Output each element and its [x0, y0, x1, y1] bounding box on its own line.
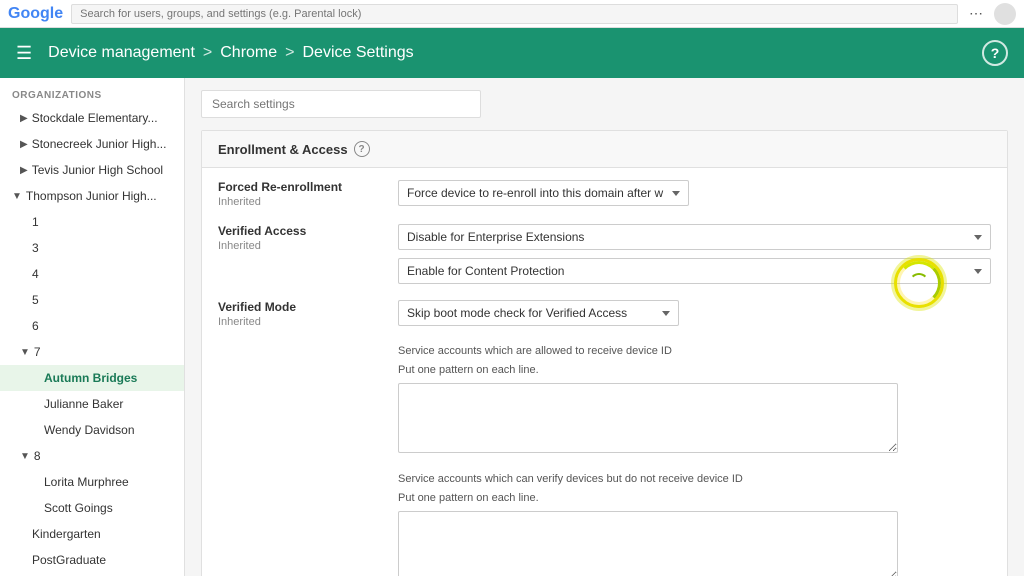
verified-mode-row: Verified Mode Inherited Skip boot mode c… — [218, 300, 991, 328]
sidebar-item-julianne[interactable]: Julianne Baker — [0, 391, 184, 417]
breadcrumb-sep1: > — [203, 44, 212, 62]
spinner-circle — [897, 261, 941, 305]
service-accounts-allowed-row: Service accounts which are allowed to re… — [218, 344, 991, 456]
enrollment-section: Enrollment & Access ? Forced Re-enrollme… — [201, 130, 1008, 576]
sidebar-label-g7: 7 — [34, 345, 41, 359]
sidebar-label-postgraduate: PostGraduate — [32, 553, 106, 567]
settings-body: Forced Re-enrollment Inherited Force dev… — [202, 168, 1007, 576]
sidebar-label-scott: Scott Goings — [44, 501, 113, 515]
sidebar-arrow-thompson: ▼ — [12, 191, 22, 202]
sidebar-label-wendy: Wendy Davidson — [44, 423, 135, 437]
more-options-icon[interactable]: ⋯ — [966, 4, 986, 24]
service-accounts-allowed-textarea[interactable] — [398, 383, 898, 453]
sidebar-item-stockdale[interactable]: ▶ Stockdale Elementary... — [0, 105, 184, 131]
sidebar-label-g4: 4 — [32, 267, 39, 281]
sidebar-label-g1: 1 — [32, 215, 39, 229]
sidebar-label-g3: 3 — [32, 241, 39, 255]
sidebar-section-label: ORGANIZATIONS — [0, 82, 184, 105]
google-logo: Google — [8, 5, 63, 23]
sidebar-arrow-g7: ▼ — [20, 347, 30, 358]
sidebar-item-g5[interactable]: 5 — [0, 287, 184, 313]
sidebar-item-scott[interactable]: Scott Goings — [0, 495, 184, 521]
service-accounts-allowed-desc1: Service accounts which are allowed to re… — [398, 344, 991, 359]
sidebar-item-g8[interactable]: ▼ 8 — [0, 443, 184, 469]
sidebar-item-g3[interactable]: 3 — [0, 235, 184, 261]
loading-spinner — [894, 258, 944, 308]
sidebar-label-kindergarten: Kindergarten — [32, 527, 101, 541]
browser-search-input[interactable] — [71, 4, 958, 24]
sidebar-label-thompson: Thompson Junior High... — [26, 189, 157, 203]
browser-top-bar: Google ⋯ — [0, 0, 1024, 28]
sidebar-item-thompson[interactable]: ▼ Thompson Junior High... — [0, 183, 184, 209]
hamburger-menu-icon[interactable]: ☰ — [16, 43, 32, 64]
search-settings-bar — [201, 90, 1008, 118]
section-title: Enrollment & Access — [218, 142, 348, 157]
forced-reenrollment-row: Forced Re-enrollment Inherited Force dev… — [218, 180, 991, 208]
sidebar-label-stonecreek: Stonecreek Junior High... — [32, 137, 167, 151]
sidebar-arrow-stonecreek: ▶ — [20, 139, 28, 150]
sidebar-item-g1[interactable]: 1 — [0, 209, 184, 235]
forced-reenrollment-label: Forced Re-enrollment — [218, 180, 382, 194]
app-header: ☰ Device management > Chrome > Device Se… — [0, 28, 1024, 78]
breadcrumb-part2[interactable]: Chrome — [220, 44, 277, 62]
sidebar-label-julianne: Julianne Baker — [44, 397, 123, 411]
sidebar-item-g7[interactable]: ▼ 7 — [0, 339, 184, 365]
sidebar-label-g8: 8 — [34, 449, 41, 463]
service-accounts-verify-desc2: Put one pattern on each line. — [398, 491, 991, 506]
breadcrumb-part1[interactable]: Device management — [48, 44, 195, 62]
search-settings-input[interactable] — [201, 90, 481, 118]
verified-mode-select[interactable]: Skip boot mode check for Verified Access… — [398, 300, 679, 326]
verified-mode-label: Verified Mode — [218, 300, 382, 314]
sidebar-item-wendy[interactable]: Wendy Davidson — [0, 417, 184, 443]
service-accounts-allowed-desc2: Put one pattern on each line. — [398, 363, 991, 378]
spinner-wrapper — [894, 258, 944, 308]
info-icon[interactable]: ? — [354, 141, 370, 157]
verified-access-row: Verified Access Inherited Disable for En… — [218, 224, 991, 284]
forced-reenrollment-select[interactable]: Force device to re-enroll into this doma… — [398, 180, 689, 206]
sidebar-item-stonecreek[interactable]: ▶ Stonecreek Junior High... — [0, 131, 184, 157]
sidebar-item-postgraduate[interactable]: PostGraduate — [0, 547, 184, 573]
content-area: Enrollment & Access ? Forced Re-enrollme… — [185, 78, 1024, 576]
sidebar-label-g6: 6 — [32, 319, 39, 333]
user-avatar[interactable] — [994, 3, 1016, 25]
sidebar-arrow-g8: ▼ — [20, 451, 30, 462]
sidebar-label-lorita: Lorita Murphree — [44, 475, 129, 489]
sidebar-label-tevis: Tevis Junior High School — [32, 163, 163, 177]
breadcrumb-part3: Device Settings — [302, 44, 413, 62]
verified-mode-sub: Inherited — [218, 316, 382, 328]
breadcrumb: Device management > Chrome > Device Sett… — [48, 44, 414, 62]
section-header: Enrollment & Access ? — [202, 131, 1007, 168]
sidebar-arrow-stockdale: ▶ — [20, 113, 28, 124]
sidebar-arrow-tevis: ▶ — [20, 165, 28, 176]
sidebar-label-stockdale: Stockdale Elementary... — [32, 111, 158, 125]
breadcrumb-sep2: > — [285, 44, 294, 62]
verified-access-select1[interactable]: Disable for Enterprise ExtensionsEnable … — [398, 224, 991, 250]
main-layout: ORGANIZATIONS ▶ Stockdale Elementary...▶… — [0, 78, 1024, 576]
verified-access-label: Verified Access — [218, 224, 382, 238]
help-icon[interactable]: ? — [982, 40, 1008, 66]
sidebar-item-g4[interactable]: 4 — [0, 261, 184, 287]
sidebar: ORGANIZATIONS ▶ Stockdale Elementary...▶… — [0, 78, 185, 576]
sidebar-item-tevis[interactable]: ▶ Tevis Junior High School — [0, 157, 184, 183]
sidebar-label-autumn: Autumn Bridges — [44, 371, 137, 385]
spinner-inner — [909, 273, 929, 293]
service-accounts-verify-row: Service accounts which can verify device… — [218, 472, 991, 576]
service-accounts-verify-textarea[interactable] — [398, 511, 898, 576]
verified-access-sub: Inherited — [218, 240, 382, 252]
sidebar-item-g6[interactable]: 6 — [0, 313, 184, 339]
sidebar-item-kindergarten[interactable]: Kindergarten — [0, 521, 184, 547]
sidebar-label-g5: 5 — [32, 293, 39, 307]
sidebar-item-lorita[interactable]: Lorita Murphree — [0, 469, 184, 495]
forced-reenrollment-sub: Inherited — [218, 196, 382, 208]
service-accounts-verify-desc1: Service accounts which can verify device… — [398, 472, 991, 487]
sidebar-item-autumn[interactable]: Autumn Bridges — [0, 365, 184, 391]
top-bar-icons: ⋯ — [966, 3, 1016, 25]
